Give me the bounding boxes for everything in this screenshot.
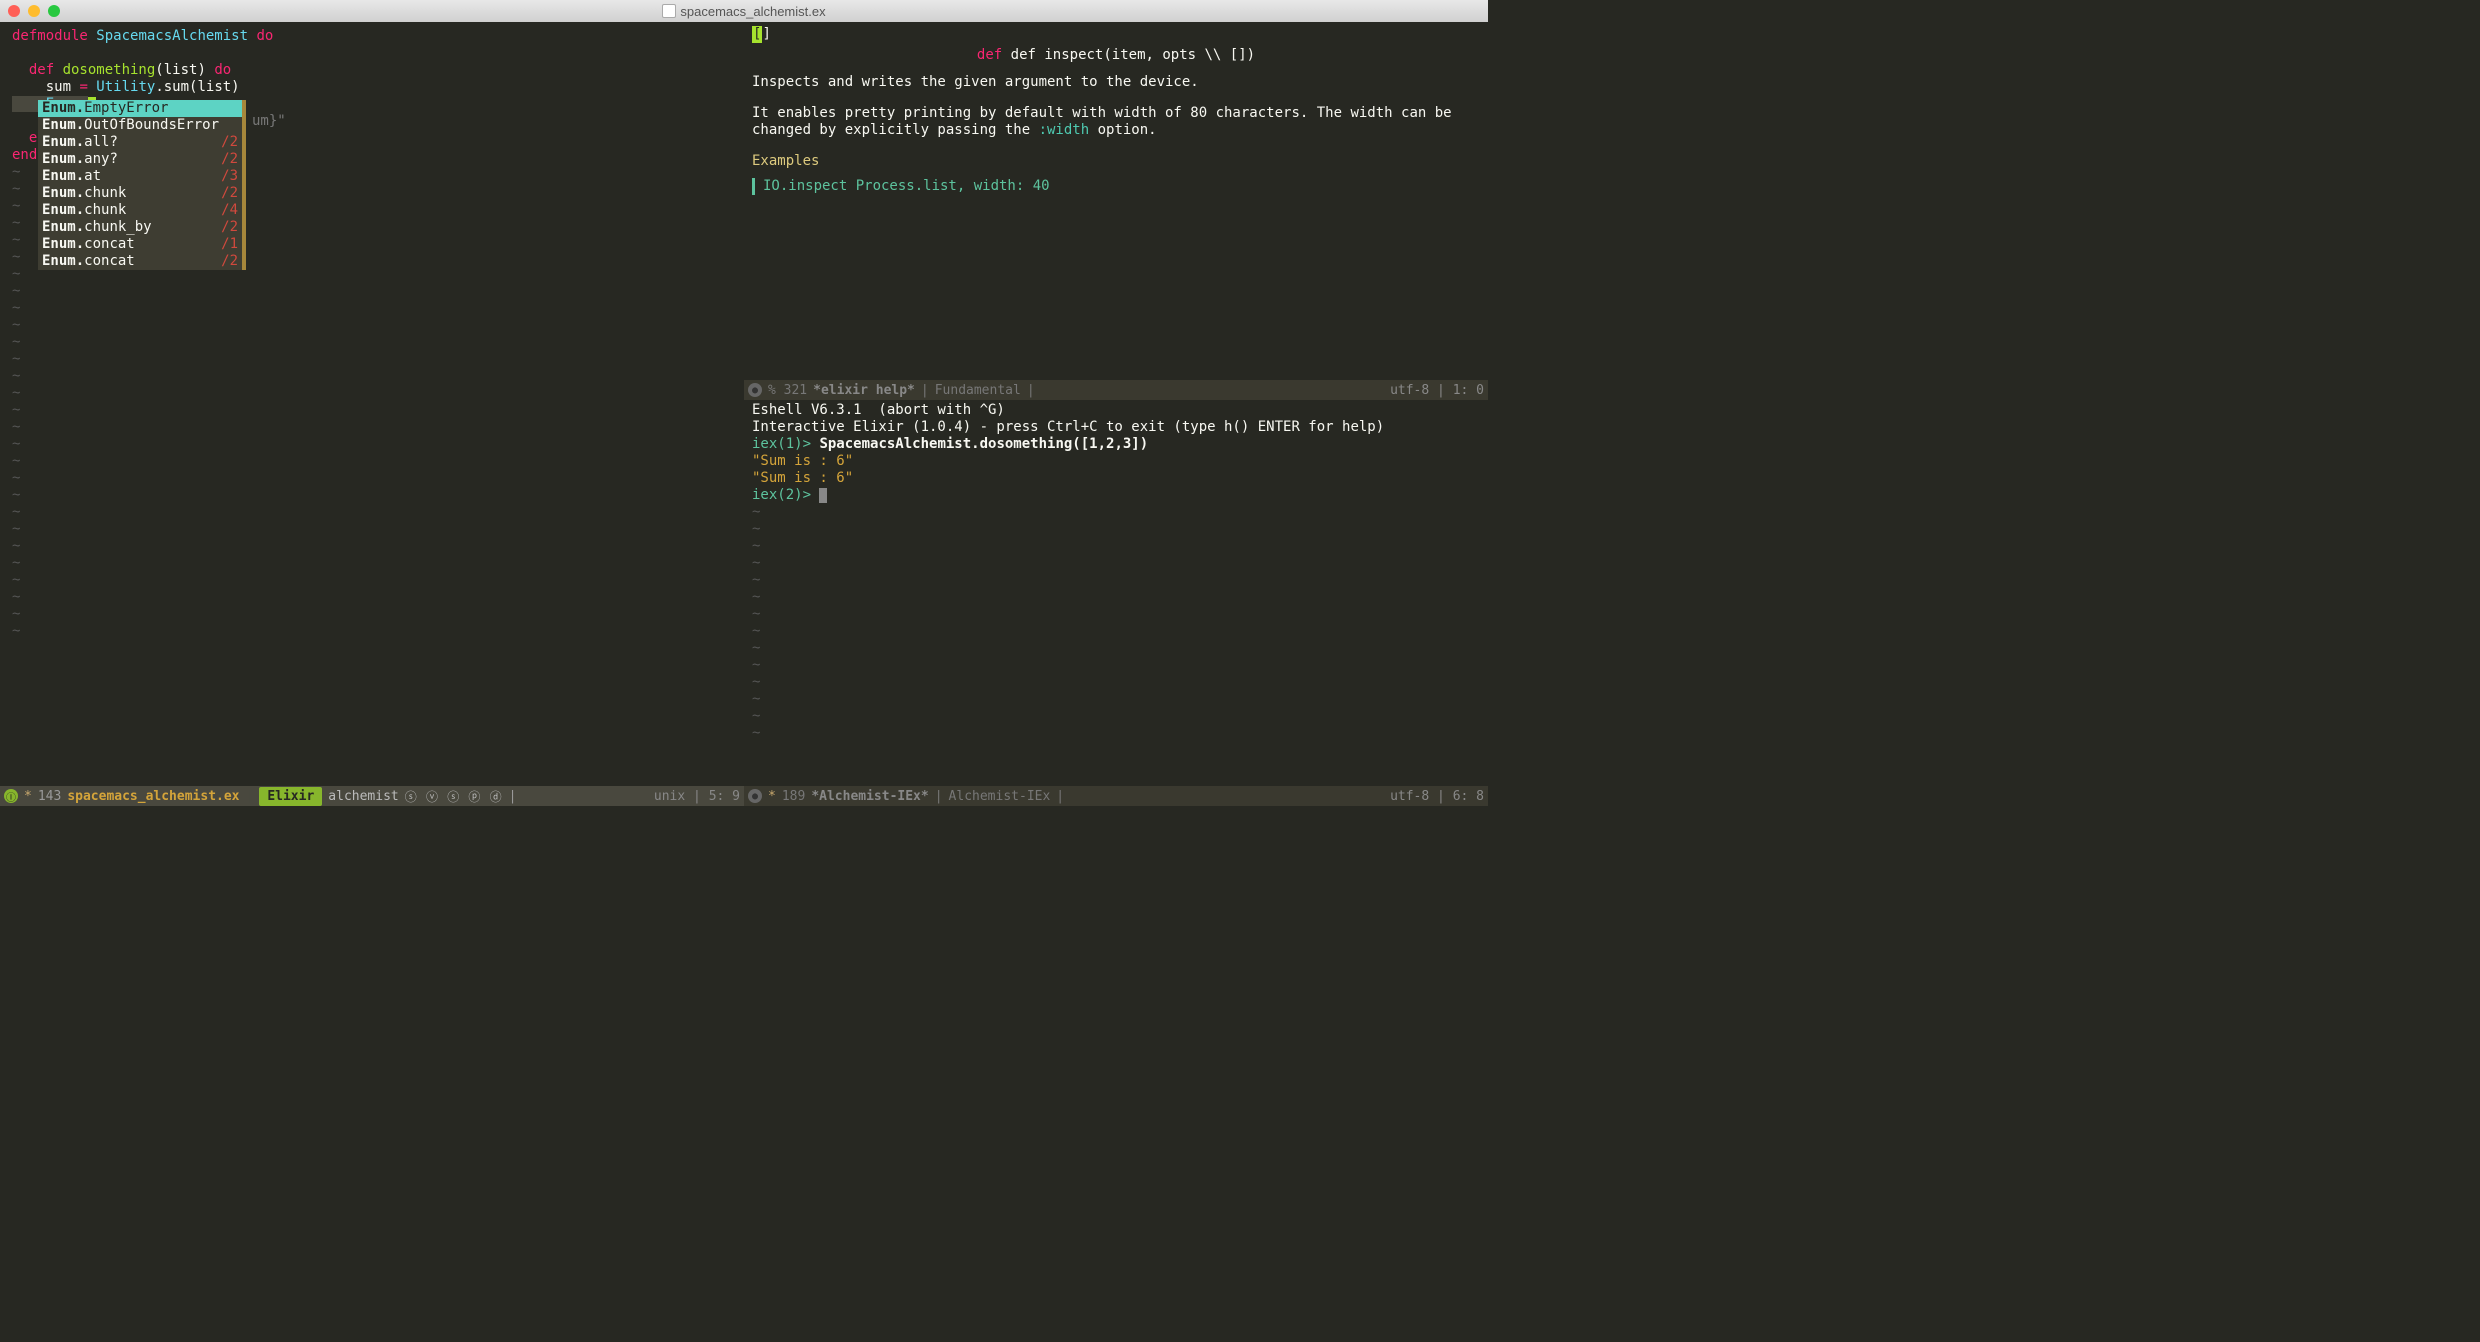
status-indicator-icon: ● [748, 789, 762, 803]
autocomplete-item[interactable]: Enum.EmptyError [38, 100, 242, 117]
ml-position: utf-8 | 6: 8 [1390, 789, 1484, 804]
ml-minor-badges: ⓢ ⓥ ⓢ ⓟ ⓓ [405, 788, 503, 805]
ml-major-mode: Elixir [259, 787, 322, 806]
iex-modeline: ● * 189 *Alchemist-IEx* | Alchemist-IEx … [744, 786, 1488, 806]
doc-example-code: IO.inspect Process.list, width: 40 [752, 178, 1480, 195]
ml-buffer-name: *Alchemist-IEx* [811, 789, 928, 804]
window-title-text: spacemacs_alchemist.ex [680, 4, 825, 19]
status-indicator-icon: ● [748, 383, 762, 397]
doc-paragraph: Inspects and writes the given argument t… [752, 74, 1480, 91]
document-icon [662, 4, 676, 18]
autocomplete-item[interactable]: Enum.all?/2 [38, 134, 242, 151]
doc-paragraph: It enables pretty printing by default wi… [752, 105, 1480, 139]
autocomplete-item[interactable]: Enum.at/3 [38, 168, 242, 185]
help-pane[interactable]: [] def def inspect(item, opts \\ []) Ins… [744, 22, 1488, 380]
autocomplete-item[interactable]: Enum.chunk/2 [38, 185, 242, 202]
help-modeline: ● % 321 *elixir help* | Fundamental | ut… [744, 380, 1488, 400]
editor-pane[interactable]: defmodule SpacemacsAlchemist do def doso… [0, 22, 744, 786]
window-title: spacemacs_alchemist.ex [0, 4, 1488, 19]
doc-kw-def: def [977, 47, 1011, 63]
modified-icon: * [768, 789, 776, 804]
autocomplete-item[interactable]: Enum.any?/2 [38, 151, 242, 168]
autocomplete-popup[interactable]: Enum.EmptyErrorEnum.OutOfBoundsErrorEnum… [38, 100, 246, 270]
ml-encoding: unix [654, 789, 685, 804]
editor-modeline: Ⓘ * 143 spacemacs_alchemist.ex | Elixir … [0, 786, 744, 806]
ml-position: 5: 9 [709, 789, 740, 804]
doc-examples-heading: Examples [752, 153, 1480, 170]
autocomplete-item[interactable]: Enum.concat/1 [38, 236, 242, 253]
autocomplete-item[interactable]: Enum.chunk/4 [38, 202, 242, 219]
ml-major-mode: Alchemist-IEx [949, 789, 1051, 804]
ml-percent: % 321 [768, 383, 807, 398]
help-cursor: [ [752, 26, 762, 43]
ml-major-mode: Fundamental [935, 383, 1021, 398]
autocomplete-item[interactable]: Enum.OutOfBoundsError [38, 117, 242, 134]
window-titlebar: spacemacs_alchemist.ex [0, 0, 1488, 22]
ml-minor-mode: alchemist [328, 789, 398, 804]
modified-icon: * [24, 789, 32, 804]
iex-repl-pane[interactable]: Eshell V6.3.1 (abort with ^G)Interactive… [744, 400, 1488, 786]
autocomplete-item[interactable]: Enum.concat/2 [38, 253, 242, 270]
ml-window-number: 189 [782, 789, 805, 804]
autocomplete-item[interactable]: Enum.chunk_by/2 [38, 219, 242, 236]
ml-window-number: 143 [38, 789, 61, 804]
ml-buffer-name: *elixir help* [813, 383, 915, 398]
ml-buffer-name: spacemacs_alchemist.ex [67, 789, 239, 804]
ml-position: utf-8 | 1: 0 [1390, 383, 1484, 398]
doc-signature: def inspect(item, opts \\ []) [1011, 47, 1255, 63]
status-indicator-icon: Ⓘ [4, 789, 18, 803]
